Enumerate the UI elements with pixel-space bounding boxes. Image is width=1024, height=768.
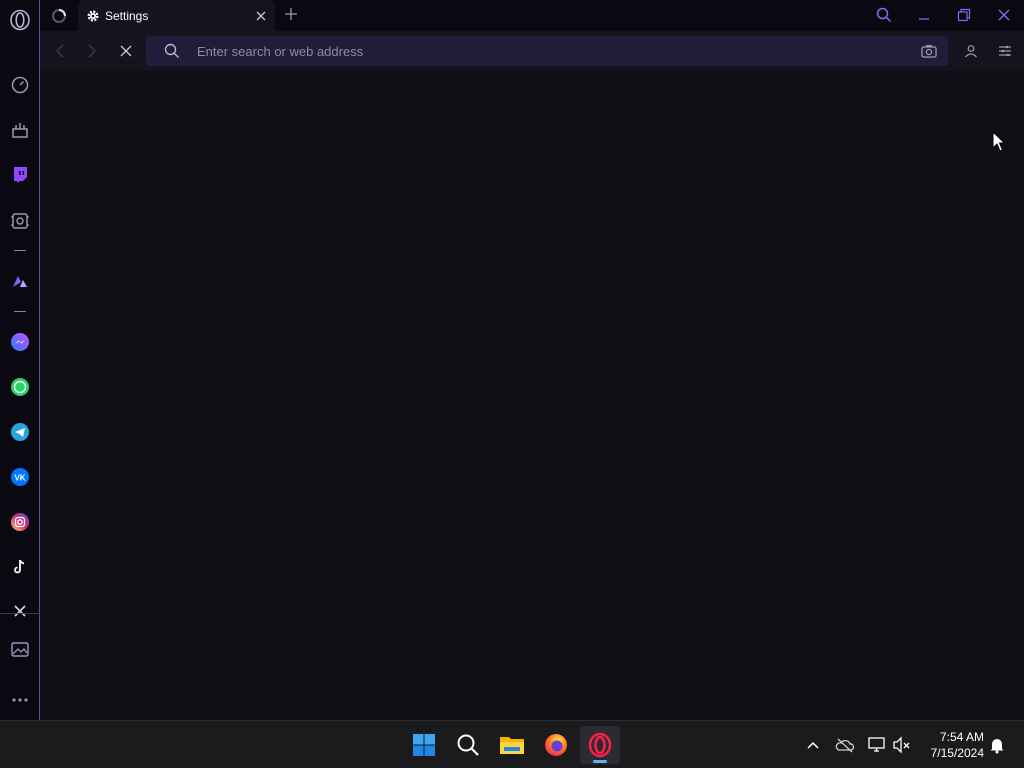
sidebar: VK [0, 0, 40, 720]
file-explorer-icon[interactable] [492, 726, 532, 764]
page-content [41, 71, 1024, 720]
firefox-icon[interactable] [536, 726, 576, 764]
address-bar[interactable] [146, 36, 948, 66]
forward-button[interactable] [80, 39, 104, 63]
gear-icon [86, 9, 100, 23]
extension-icon[interactable] [8, 269, 32, 293]
aria-ai-icon[interactable] [8, 209, 32, 233]
minimize-button[interactable] [912, 3, 936, 27]
new-tab-button[interactable] [280, 3, 302, 25]
screen: VK Settings Enter search or web address … [0, 0, 1024, 768]
notification-bell-icon[interactable] [985, 733, 1009, 757]
restore-button[interactable] [952, 3, 976, 27]
sidebar-divider [0, 613, 40, 614]
close-window-button[interactable] [992, 3, 1016, 27]
start-button[interactable] [404, 726, 444, 764]
svg-text:VK: VK [14, 474, 25, 483]
onedrive-offline-icon[interactable] [833, 733, 857, 757]
whatsapp-icon[interactable] [8, 375, 32, 399]
x-icon[interactable] [8, 599, 32, 623]
tiktok-icon[interactable] [8, 555, 32, 579]
chevron-up-icon[interactable] [801, 733, 825, 757]
close-tab-icon[interactable] [249, 4, 273, 28]
instagram-icon[interactable] [8, 510, 32, 534]
more-icon[interactable] [8, 688, 32, 712]
clock-time: 7:54 AM [939, 730, 984, 744]
vk-icon[interactable]: VK [8, 465, 32, 489]
messenger-icon[interactable] [8, 330, 32, 354]
workspaces-icon[interactable] [8, 118, 32, 142]
easy-setup-menu-icon[interactable] [993, 39, 1017, 63]
twitch-icon[interactable] [8, 163, 32, 187]
tab-settings[interactable]: Settings [78, 0, 275, 31]
sidebar-divider [14, 250, 26, 251]
gallery-icon[interactable] [8, 638, 32, 662]
tab-search-icon[interactable] [872, 3, 896, 27]
taskbar-clock[interactable]: 7:54 AM 7/15/2024 [918, 729, 984, 761]
mouse-cursor-icon [992, 130, 1006, 158]
stop-loading-button[interactable] [114, 39, 138, 63]
taskbar: 7:54 AM 7/15/2024 [0, 720, 1024, 768]
loading-spinner-icon[interactable] [40, 0, 78, 31]
opera-logo-icon[interactable] [8, 8, 32, 32]
tab-title: Settings [105, 8, 149, 23]
address-input[interactable] [188, 43, 914, 59]
snapshot-camera-icon[interactable] [914, 36, 944, 66]
speed-dial-icon[interactable] [8, 73, 32, 97]
back-button[interactable] [48, 39, 72, 63]
profile-icon[interactable] [959, 39, 983, 63]
search-icon [156, 36, 188, 66]
sidebar-divider [14, 311, 26, 312]
tab-strip: Settings [40, 0, 1024, 31]
network-icon[interactable] [865, 733, 889, 757]
telegram-icon[interactable] [8, 420, 32, 444]
clock-date: 7/15/2024 [930, 746, 984, 760]
taskbar-search-icon[interactable] [448, 726, 488, 764]
volume-muted-icon[interactable] [890, 733, 914, 757]
active-app-indicator [593, 760, 607, 763]
opera-gx-taskbar-icon[interactable] [580, 726, 620, 764]
browser-toolbar [40, 31, 1024, 71]
